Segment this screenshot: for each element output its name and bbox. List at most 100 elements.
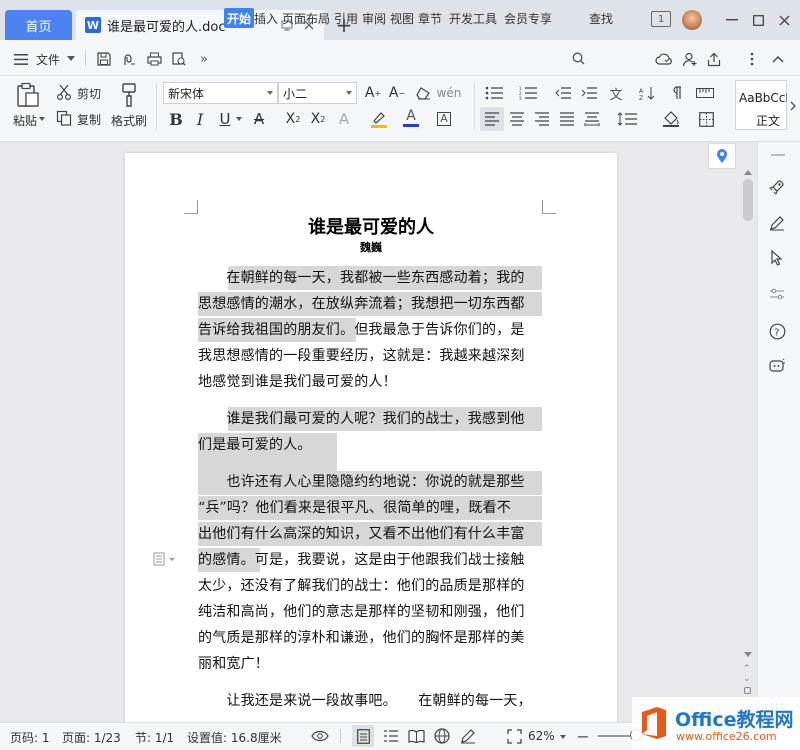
copy-label[interactable]: 复制 [77,111,101,128]
zoom-level[interactable]: 62% [528,729,555,743]
line-spacing-icon[interactable] [614,107,642,131]
web-view-icon[interactable] [431,725,453,747]
pen-icon[interactable] [766,212,788,234]
shading-icon[interactable] [660,107,682,131]
borders-icon[interactable] [694,107,718,131]
status-setting-value[interactable]: 设置值: 16.8厘米 [187,729,282,746]
ai-assistant-icon[interactable] [766,355,788,377]
reading-view-icon[interactable] [405,725,427,747]
eye-protection-icon[interactable] [309,726,331,746]
justify-icon[interactable] [556,107,578,131]
underline-chevron-down-icon[interactable] [236,117,242,121]
grow-font-icon[interactable]: A + [362,82,384,104]
format-painter-icon[interactable] [116,81,142,109]
font-color-icon[interactable]: A [400,107,422,129]
bold-icon[interactable]: B [165,108,187,130]
vertical-scrollbar[interactable]: ⌃ ⌄ [741,164,755,704]
menu-page-layout[interactable]: 页面布局 [282,10,330,27]
font-name-combo[interactable]: 新宋体 [163,82,278,104]
outline-view-icon[interactable] [379,725,401,747]
save-icon[interactable] [94,49,114,69]
increase-indent-icon[interactable] [578,82,600,104]
scroll-down-arrow-icon[interactable] [744,652,752,657]
print-preview-icon[interactable] [169,49,189,69]
distributed-align-icon[interactable] [581,107,603,131]
italic-icon[interactable]: I [189,108,211,130]
strikethrough-icon[interactable]: A [248,108,270,130]
status-page-number[interactable]: 页码: 1 [10,729,50,746]
superscript-icon[interactable]: X2 [282,108,304,130]
cursor-icon[interactable] [766,247,788,269]
phonetic-guide-icon[interactable]: wén [437,82,462,104]
avatar[interactable] [682,10,702,30]
collapse-ribbon-icon[interactable] [768,49,788,69]
align-center-icon[interactable] [506,107,528,131]
decrease-indent-icon[interactable] [552,82,574,104]
align-left-icon[interactable] [480,107,504,131]
menu-view[interactable]: 视图 [390,10,414,27]
cut-icon[interactable] [54,82,74,102]
font-size-combo[interactable]: 小二 [278,82,357,104]
menu-membership[interactable]: 会员专享 [504,10,552,27]
paragraph-handle-icon[interactable] [151,551,179,567]
collaborate-icon[interactable] [680,49,700,69]
style-gallery-scroll-icon[interactable] [788,98,798,114]
align-right-icon[interactable] [531,107,553,131]
menu-references[interactable]: 引用 [334,10,358,27]
zoom-out-button[interactable]: − [574,727,592,746]
cloud-sync-icon[interactable] [654,49,674,69]
file-chevron-down-icon[interactable] [67,56,75,61]
text-effect-icon[interactable]: A [333,108,355,130]
page-count-badge[interactable]: 1 [651,11,671,27]
browse-object-icon[interactable] [744,687,751,694]
bullet-list-icon[interactable] [482,82,506,104]
menu-file[interactable]: 文件 [36,51,60,68]
more-options-icon[interactable] [743,49,761,69]
write-mode-icon[interactable] [457,725,479,747]
underline-icon[interactable]: U [214,108,236,130]
menu-developer[interactable]: 开发工具 [449,10,497,27]
menu-chapter[interactable]: 章节 [418,10,442,27]
prev-page-icon[interactable]: ⌃ [743,664,751,674]
shrink-font-icon[interactable]: A − [386,82,408,104]
menu-start[interactable]: 开始 [224,8,255,28]
scroll-up-arrow-icon[interactable] [744,170,752,175]
page-view-icon[interactable] [352,725,374,747]
chinese-layout-icon[interactable]: 文 [605,82,627,104]
export-pdf-icon[interactable] [119,49,139,69]
status-page-count[interactable]: 页面: 1/23 [62,729,121,746]
show-marks-icon[interactable] [666,82,688,104]
sort-icon[interactable]: AZ [636,82,658,104]
adjust-sliders-icon[interactable] [766,283,788,305]
cut-label[interactable]: 剪切 [77,85,101,102]
scrollbar-thumb[interactable] [743,179,753,221]
copy-icon[interactable] [54,108,74,128]
menu-review[interactable]: 审阅 [362,10,386,27]
status-section[interactable]: 节: 1/1 [135,729,174,746]
format-painter-label[interactable]: 格式刷 [111,112,147,129]
paste-icon[interactable] [14,81,42,109]
print-icon[interactable] [144,49,164,69]
document-page[interactable]: 谁是最可爱的人 魏巍 在朝鲜的每一天，我都被一些东西感动着；我的 思想感情的潮水… [125,153,617,725]
maximize-icon[interactable] [748,10,768,30]
search-label[interactable]: 查找 [589,10,613,27]
menu-insert[interactable]: 插入 [254,10,278,27]
numbered-list-icon[interactable]: 123 [516,82,540,104]
style-gallery[interactable]: AaBbCcI 正文 [735,80,787,130]
more-commands-icon[interactable]: » [194,49,214,69]
search-icon[interactable] [570,50,586,66]
ruler-icon[interactable] [694,82,716,104]
next-page-icon[interactable]: ⌄ [743,674,751,684]
close-window-icon[interactable] [774,10,794,30]
rocket-icon[interactable] [766,176,788,198]
tab-home[interactable]: 首页 [5,10,72,40]
minimize-icon[interactable] [722,10,742,30]
paste-chevron-down-icon[interactable] [39,117,45,121]
fit-page-icon[interactable] [503,725,525,747]
paste-label[interactable]: 粘贴 [13,112,37,129]
highlight-color-icon[interactable] [368,108,390,130]
location-pin-icon[interactable] [708,143,736,169]
clear-format-icon[interactable] [412,82,434,104]
zoom-chevron-down-icon[interactable] [560,735,566,739]
char-border-icon[interactable]: A [433,108,455,130]
